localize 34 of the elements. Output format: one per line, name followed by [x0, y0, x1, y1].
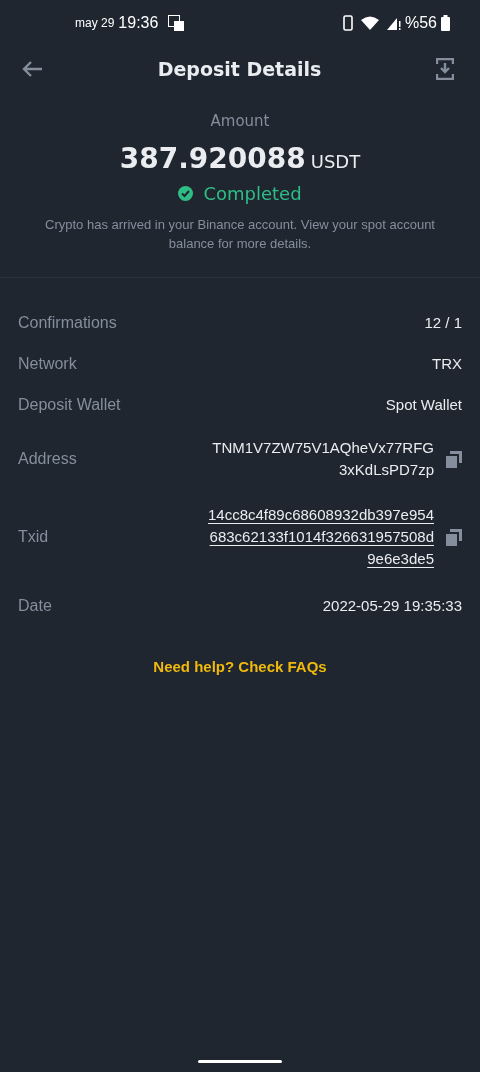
txid-link[interactable]: 14cc8c4f89c68608932db397e954683c62133f1014f326631957508d9e6e3de5: [206, 504, 434, 570]
download-icon: [436, 58, 454, 80]
detail-label: Confirmations: [18, 313, 117, 332]
translate-icon: [168, 14, 186, 32]
check-circle-icon: [178, 186, 194, 201]
back-arrow-icon: [21, 60, 43, 78]
wifi-icon: [360, 16, 379, 30]
page-title: Deposit Details: [157, 58, 322, 80]
detail-value: Spot Wallet: [385, 394, 462, 415]
detail-label: Deposit Wallet: [18, 395, 121, 414]
detail-value: 12 / 1: [424, 312, 462, 333]
status-message: Crypto has arrived in your Binance account. View your spot account balance for more details.: [44, 216, 436, 253]
copy-button[interactable]: [446, 528, 462, 546]
detail-label: Network: [18, 354, 77, 373]
phone-icon: [342, 15, 353, 31]
status-text: Completed: [203, 183, 302, 204]
detail-value: TNM1V7ZW75V1AQheVx77RFG3xKdLsPD7zp: [211, 438, 434, 480]
copy-icon: [446, 450, 462, 468]
signal-icon: [386, 16, 401, 30]
detail-label: Date: [18, 596, 52, 615]
detail-label: Address: [18, 450, 77, 468]
copy-button[interactable]: [446, 450, 462, 468]
amount-value: 387.920088: [119, 142, 306, 175]
battery-icon: [441, 15, 450, 31]
currency-label: USDT: [310, 151, 361, 172]
battery-percent: %56: [404, 14, 437, 32]
help-link[interactable]: Need help? Check FAQs: [153, 658, 327, 675]
detail-value: TRX: [432, 353, 462, 374]
detail-value: 2022-05-29 19:35:33: [322, 595, 462, 616]
copy-icon: [446, 528, 462, 546]
status-date: may 29: [75, 16, 115, 30]
status-time: 19:36: [118, 14, 159, 32]
detail-label: Txid: [18, 528, 49, 546]
amount-label: Amount: [210, 112, 270, 130]
